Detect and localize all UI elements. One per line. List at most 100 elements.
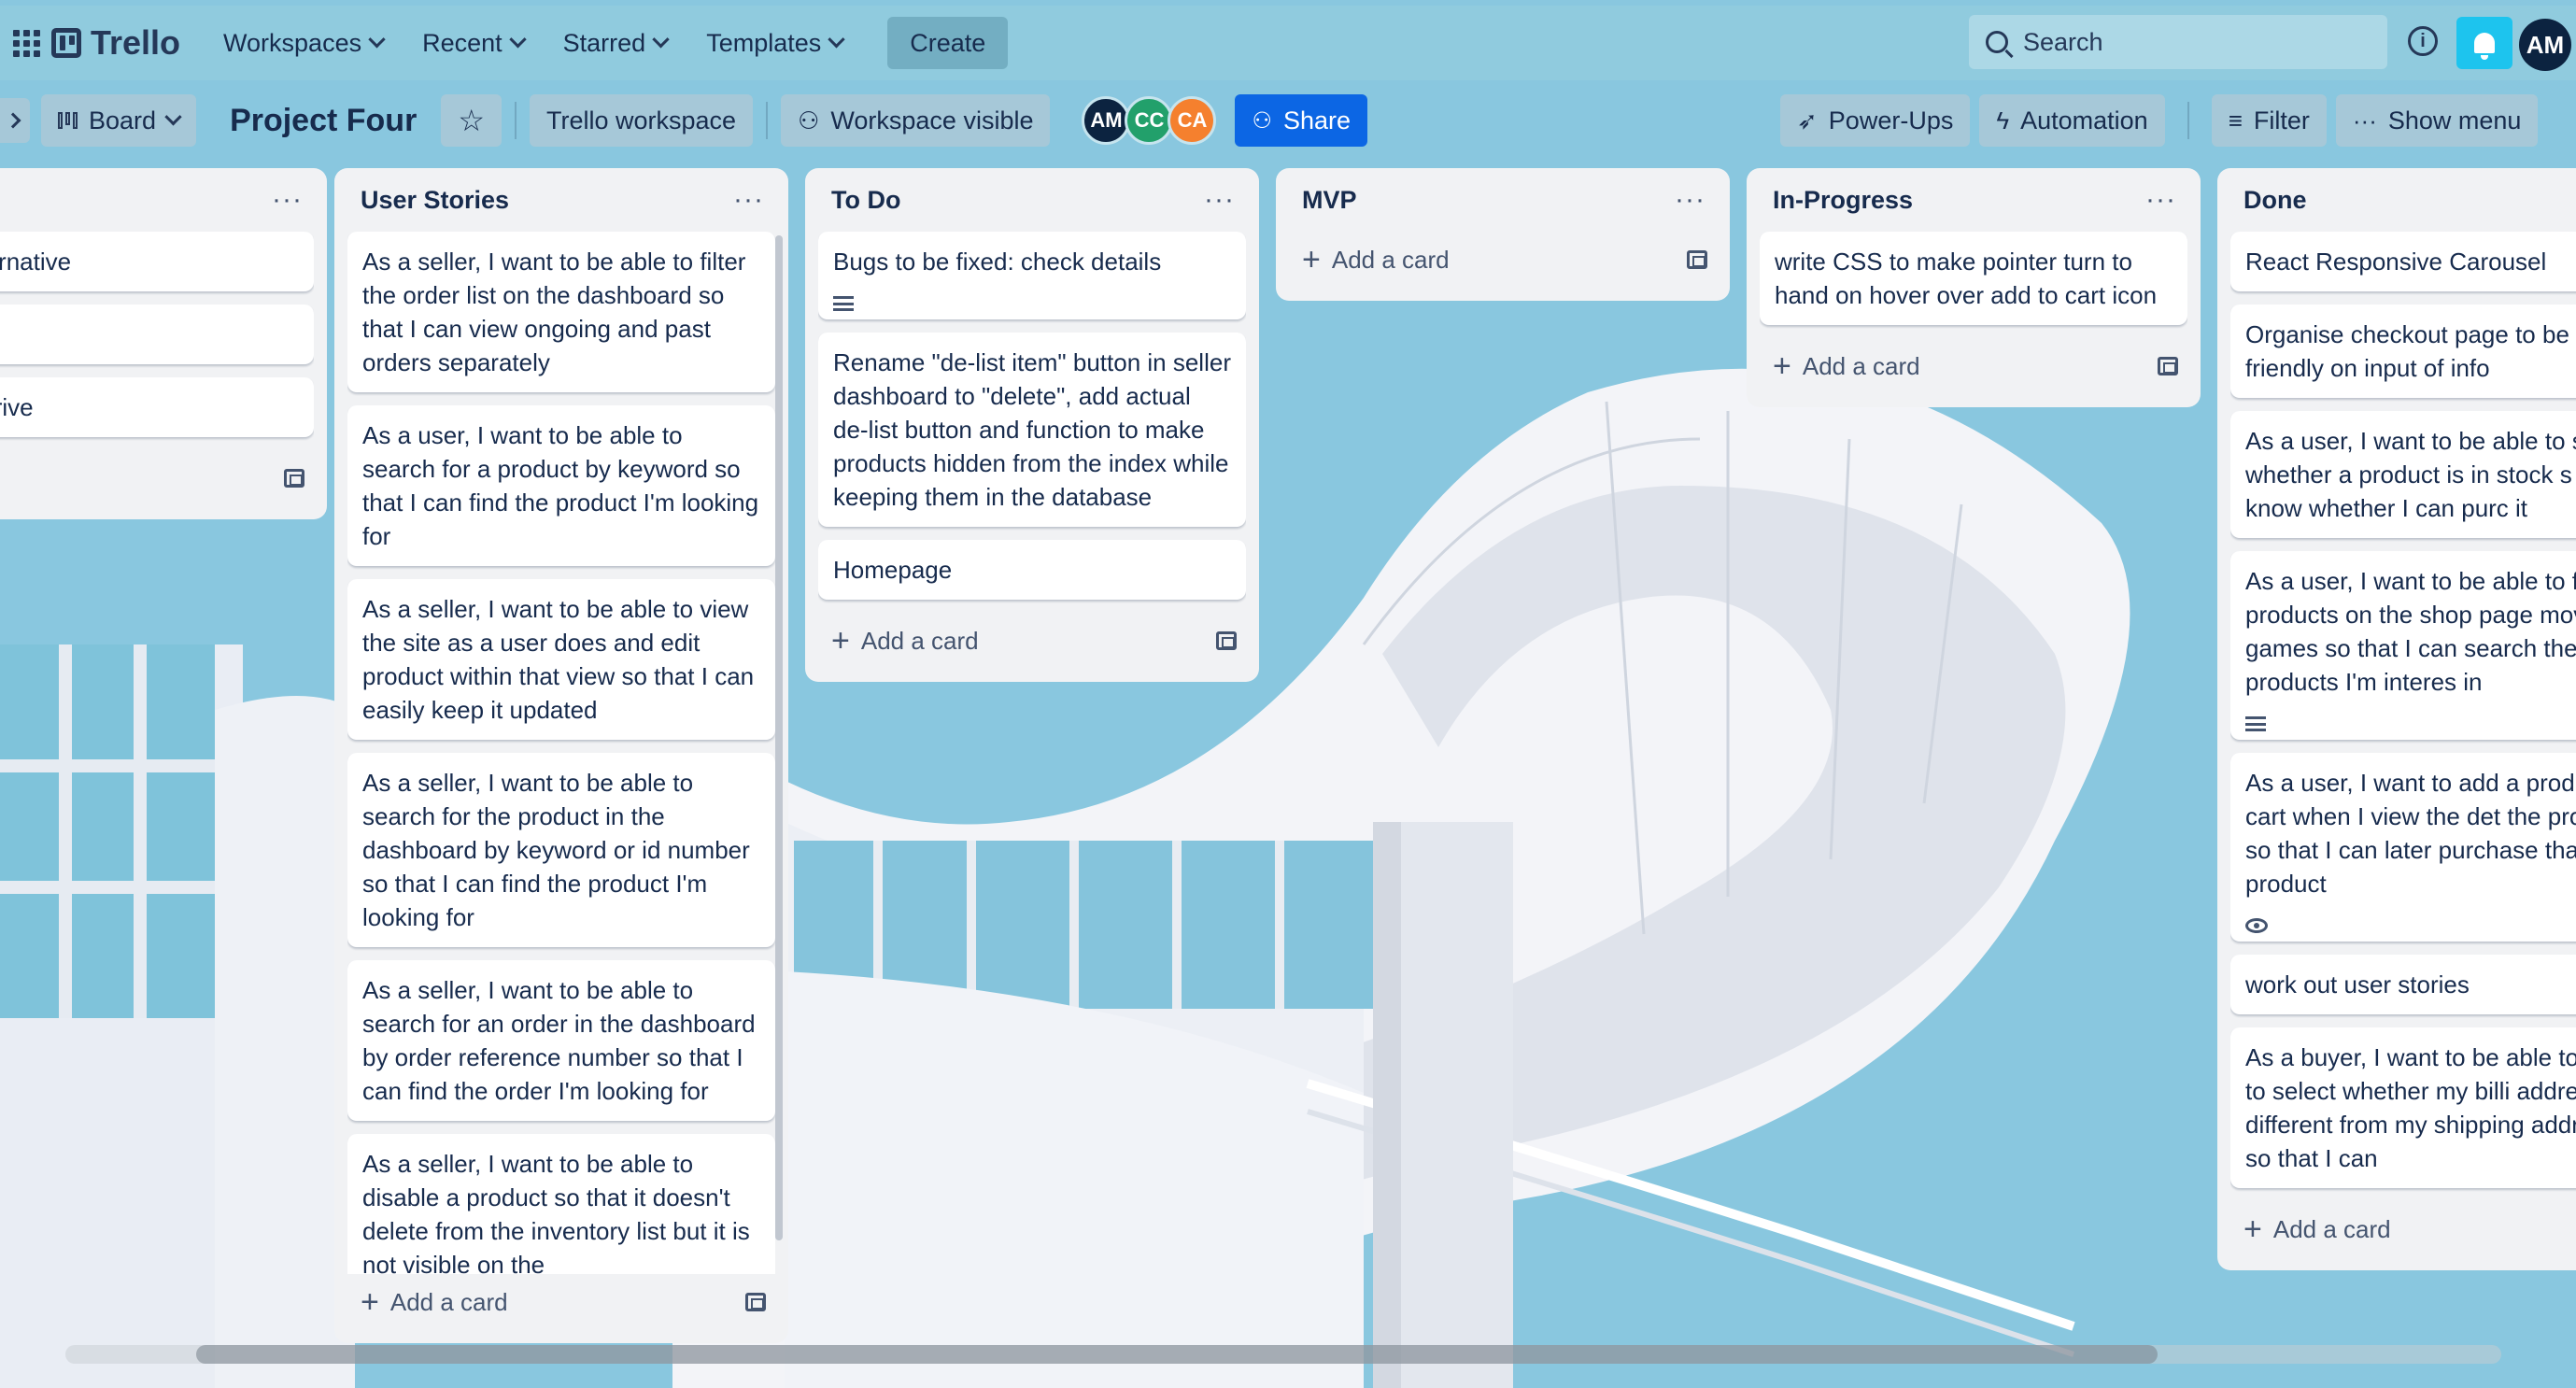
- list-title[interactable]: To Do: [831, 186, 900, 215]
- app-switcher-icon[interactable]: [13, 29, 40, 57]
- member-avatar[interactable]: CC: [1125, 96, 1174, 145]
- member-avatar[interactable]: CA: [1168, 96, 1217, 145]
- create-button[interactable]: Create: [887, 17, 1009, 69]
- list-scrollbar[interactable]: [775, 235, 783, 1240]
- plus-icon: +: [831, 622, 850, 659]
- card[interactable]: As a seller, I want to be able to view t…: [347, 579, 775, 740]
- starred-menu[interactable]: Starred: [548, 17, 683, 69]
- filter-button[interactable]: ≡ Filter: [2211, 94, 2327, 147]
- card[interactable]: Organise checkout page to be user friend…: [2230, 305, 2576, 398]
- add-card-button[interactable]: + Add a card: [818, 613, 1246, 669]
- list-header[interactable]: s···: [0, 168, 314, 232]
- star-board-button[interactable]: ☆: [441, 94, 502, 147]
- card-title: As a seller, I want to be able to search…: [362, 976, 756, 1105]
- card-title: write CSS to make pointer turn to hand o…: [1775, 248, 2158, 309]
- card[interactable]: Rename "de-list item" button in seller d…: [818, 333, 1246, 527]
- card[interactable]: As a user, I want to be able to s whethe…: [2230, 411, 2576, 538]
- add-card-button[interactable]: + Add a card: [347, 1274, 775, 1330]
- card[interactable]: As a seller, I want to be able to search…: [347, 753, 775, 947]
- chevron-down-icon: [164, 107, 182, 125]
- list-header[interactable]: MVP ···: [1289, 168, 1717, 232]
- list-title[interactable]: User Stories: [361, 186, 509, 215]
- share-button[interactable]: ⚇ Share: [1235, 94, 1368, 147]
- board-header: Board Project Four ☆ Trello workspace ⚇ …: [0, 86, 2576, 155]
- create-from-template-icon[interactable]: [745, 1293, 766, 1311]
- card[interactable]: Bugs to be fixed: check details: [818, 232, 1246, 319]
- account-avatar[interactable]: AM: [2519, 19, 2571, 71]
- card-title: ources drive: [0, 393, 34, 421]
- card[interactable]: As a user, I want to be able to f the pr…: [2230, 551, 2576, 740]
- member-avatar[interactable]: AM: [1082, 96, 1131, 145]
- create-from-template-icon[interactable]: [1687, 250, 1707, 269]
- visibility-button[interactable]: ⚇ Workspace visible: [781, 94, 1051, 147]
- add-card-button[interactable]: + Add a card: [2230, 1201, 2576, 1257]
- search-input[interactable]: Search: [1969, 15, 2387, 69]
- add-card-button[interactable]: + Add a card: [1760, 338, 2187, 394]
- card-title: Bugs to be fixed: check details: [833, 248, 1162, 276]
- card[interactable]: diagram: [0, 305, 314, 364]
- card[interactable]: As a seller, I want to be able to search…: [347, 960, 775, 1121]
- list[interactable]: In-Progress ··· write CSS to make pointer …: [1747, 168, 2201, 407]
- search-icon: [1986, 31, 2008, 53]
- chevron-right-icon: [5, 112, 21, 129]
- list[interactable]: Done··· React Responsive Carousel Organise…: [2217, 168, 2576, 1270]
- list[interactable]: s··· Free Alternative diagram ources drive c…: [0, 168, 327, 519]
- list-title[interactable]: In-Progress: [1773, 186, 1913, 215]
- trello-logo[interactable]: Trello: [51, 23, 180, 63]
- templates-menu[interactable]: Templates: [691, 17, 857, 69]
- list-header[interactable]: In-Progress ···: [1760, 168, 2187, 232]
- create-from-template-icon[interactable]: [2158, 357, 2178, 375]
- list-header[interactable]: Done···: [2230, 168, 2576, 232]
- board-title[interactable]: Project Four: [230, 103, 417, 139]
- card[interactable]: ources drive: [0, 377, 314, 437]
- card-title: As a seller, I want to be able to view t…: [362, 595, 755, 724]
- create-from-template-icon[interactable]: [1216, 631, 1237, 650]
- card[interactable]: As a seller, I want to be able to disabl…: [347, 1134, 775, 1274]
- scrollbar-thumb[interactable]: [196, 1345, 2158, 1364]
- automation-button[interactable]: ϟ Automation: [1979, 94, 2165, 147]
- card[interactable]: work out user stories: [2230, 955, 2576, 1014]
- list-title[interactable]: Done: [2243, 186, 2307, 215]
- list[interactable]: MVP ··· + Add a card: [1276, 168, 1730, 301]
- list-header[interactable]: To Do ···: [818, 168, 1246, 232]
- top-navigation: Trello Workspaces Recent Starred Templat…: [0, 6, 2576, 80]
- card[interactable]: Free Alternative: [0, 232, 314, 291]
- list-actions-icon[interactable]: ···: [1204, 186, 1235, 214]
- create-from-template-icon[interactable]: [284, 469, 304, 488]
- card[interactable]: Homepage: [818, 540, 1246, 600]
- expand-sidebar-button[interactable]: [0, 98, 30, 143]
- recent-menu[interactable]: Recent: [407, 17, 539, 69]
- card[interactable]: write CSS to make pointer turn to hand o…: [1760, 232, 2187, 325]
- list-actions-icon[interactable]: ···: [733, 186, 764, 214]
- card[interactable]: As a buyer, I want to be able to able to…: [2230, 1027, 2576, 1188]
- info-icon[interactable]: i: [2408, 26, 2438, 56]
- list-title[interactable]: MVP: [1302, 186, 1357, 215]
- card[interactable]: As a user, I want to be able to search f…: [347, 405, 775, 566]
- more-icon: ···: [2352, 106, 2377, 135]
- card-title: As a seller, I want to be able to filter…: [362, 248, 746, 376]
- filter-icon: ≡: [2228, 106, 2243, 135]
- share-label: Share: [1283, 106, 1352, 135]
- card-badges: [2245, 908, 2576, 933]
- add-card-button[interactable]: + Add a card: [1289, 232, 1717, 288]
- horizontal-scrollbar[interactable]: [65, 1345, 2501, 1364]
- card[interactable]: As a user, I want to add a prod to the c…: [2230, 753, 2576, 942]
- board-view-switcher[interactable]: Board: [41, 94, 197, 147]
- star-icon: ☆: [458, 104, 485, 137]
- list-actions-icon[interactable]: ···: [1675, 186, 1706, 214]
- list-actions-icon[interactable]: ···: [2145, 186, 2176, 214]
- card-title: As a seller, I want to be able to disabl…: [362, 1150, 750, 1274]
- card[interactable]: React Responsive Carousel: [2230, 232, 2576, 291]
- powerups-button[interactable]: ➶ Power-Ups: [1780, 94, 1971, 147]
- workspace-button[interactable]: Trello workspace: [530, 94, 754, 147]
- list-actions-icon[interactable]: ···: [272, 186, 303, 214]
- notifications-button[interactable]: [2456, 17, 2512, 69]
- list-header[interactable]: User Stories ···: [347, 168, 775, 232]
- workspaces-menu[interactable]: Workspaces: [208, 17, 398, 69]
- add-card-button[interactable]: card: [0, 450, 314, 506]
- list[interactable]: User Stories ··· As a seller, I want to be…: [334, 168, 788, 1343]
- list[interactable]: To Do ··· Bugs to be fixed: check details R…: [805, 168, 1259, 682]
- show-menu-button[interactable]: ··· Show menu: [2335, 94, 2539, 147]
- card-title: As a user, I want to be able to f the pr…: [2245, 567, 2576, 696]
- card[interactable]: As a seller, I want to be able to filter…: [347, 232, 775, 392]
